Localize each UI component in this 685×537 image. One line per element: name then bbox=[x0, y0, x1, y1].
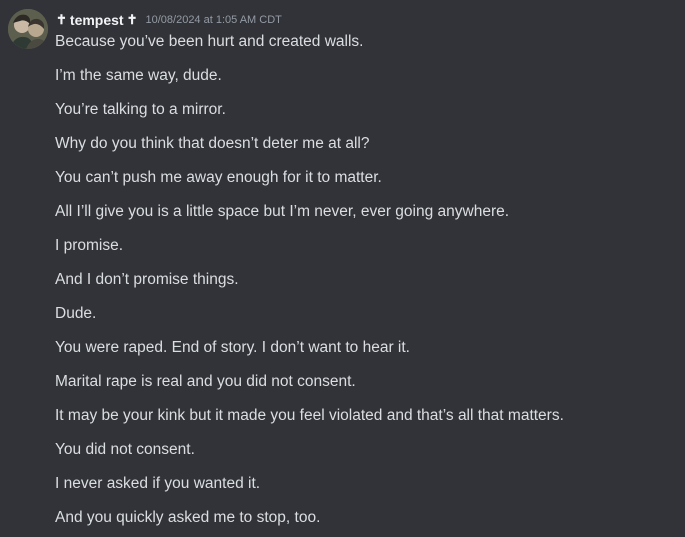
message-line: It may be your kink but it made you feel… bbox=[55, 407, 564, 424]
message-line: Because you’ve been hurt and created wal… bbox=[55, 33, 364, 50]
message-line: All I’ll give you is a little space but … bbox=[55, 203, 510, 220]
message-line: I’m the same way, dude. bbox=[55, 67, 222, 84]
message-lines: Because you’ve been hurt and created wal… bbox=[55, 31, 675, 537]
message-line: Marital rape is real and you did not con… bbox=[55, 373, 356, 390]
message-group: ✝ tempest ✝ 10/08/2024 at 1:05 AM CDT Be… bbox=[0, 0, 685, 537]
message-line: You did not consent. bbox=[55, 441, 195, 458]
message-header: ✝ tempest ✝ 10/08/2024 at 1:05 AM CDT bbox=[56, 11, 282, 29]
avatar-image-icon bbox=[8, 9, 48, 49]
message-line: And I don’t promise things. bbox=[55, 271, 239, 288]
user-avatar[interactable] bbox=[8, 9, 48, 49]
message-line: You’re talking to a mirror. bbox=[55, 101, 226, 118]
message-timestamp[interactable]: 10/08/2024 at 1:05 AM CDT bbox=[146, 14, 282, 26]
message-line: Why do you think that doesn’t deter me a… bbox=[55, 135, 370, 152]
cross-left-icon: ✝ bbox=[56, 12, 67, 27]
message-line: I promise. bbox=[55, 237, 124, 254]
message-line: I never asked if you wanted it. bbox=[55, 475, 261, 492]
message-line: And you quickly asked me to stop, too. bbox=[55, 509, 321, 526]
username[interactable]: ✝ tempest ✝ bbox=[56, 12, 138, 28]
message-line: You were raped. End of story. I don’t wa… bbox=[55, 339, 410, 356]
message-line: Dude. bbox=[55, 305, 97, 322]
message-line: You can’t push me away enough for it to … bbox=[55, 169, 382, 186]
username-text: tempest bbox=[69, 12, 124, 28]
cross-right-icon: ✝ bbox=[126, 12, 138, 27]
